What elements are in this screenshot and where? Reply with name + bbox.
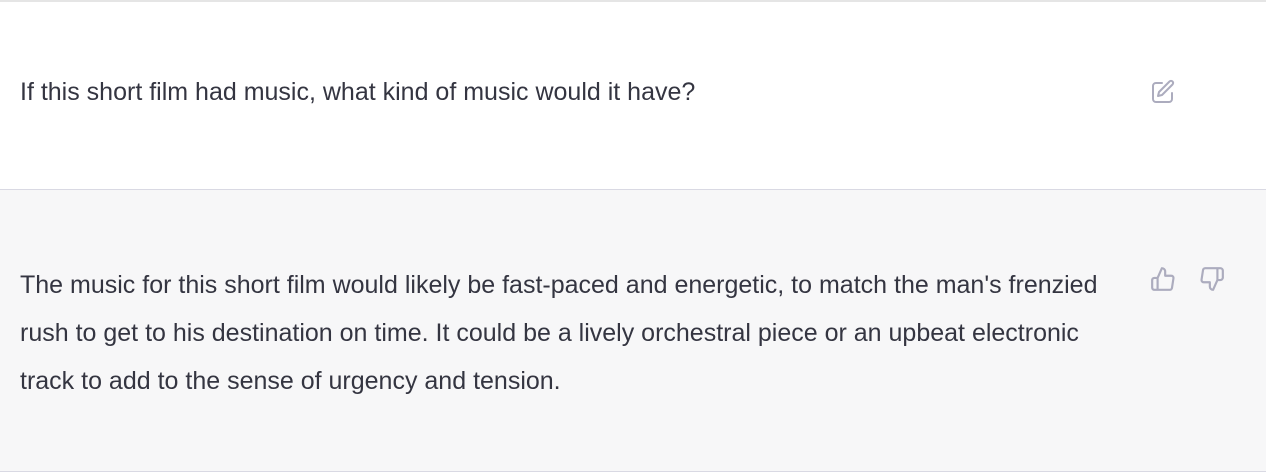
assistant-message-row: The music for this short film would like… — [0, 190, 1266, 472]
assistant-message-text: The music for this short film would like… — [20, 271, 1098, 395]
thumbs-up-icon[interactable] — [1150, 265, 1176, 293]
edit-icon[interactable] — [1150, 79, 1176, 105]
thumbs-down-icon[interactable] — [1199, 265, 1225, 293]
user-message-text: If this short film had music, what kind … — [20, 78, 696, 106]
user-message-row: If this short film had music, what kind … — [0, 2, 1266, 190]
